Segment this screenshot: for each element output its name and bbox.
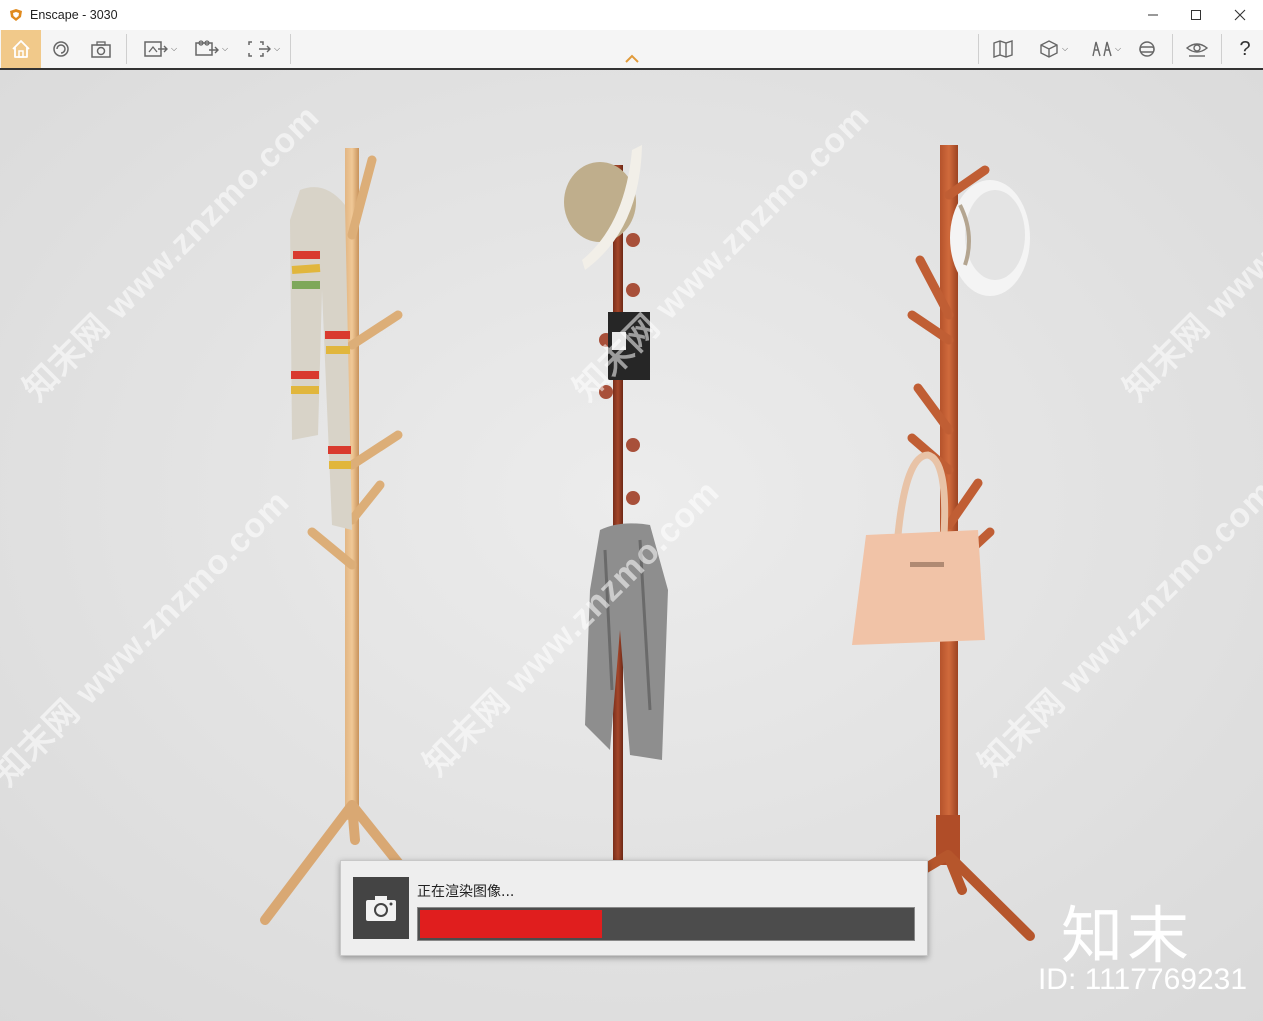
asset-library-button[interactable]: ⌵ bbox=[1030, 32, 1076, 66]
batch-export-icon bbox=[248, 41, 271, 57]
chevron-down-icon: ⌵ bbox=[1061, 44, 1069, 53]
minimize-button[interactable] bbox=[1130, 0, 1176, 30]
window-title: Enscape - 3030 bbox=[30, 8, 118, 22]
video-export-icon bbox=[195, 40, 219, 56]
visibility-icon bbox=[1185, 43, 1209, 57]
enscape-logo-icon bbox=[10, 9, 22, 21]
video-export-button[interactable]: ⌵ bbox=[188, 32, 234, 66]
render-status-text: 正在渲染图像... bbox=[417, 884, 515, 900]
close-button[interactable] bbox=[1217, 0, 1263, 30]
orbit-button[interactable] bbox=[48, 32, 74, 66]
minimize-icon bbox=[1148, 14, 1158, 16]
toolbar-separator bbox=[290, 34, 291, 64]
render-export-icon bbox=[144, 41, 168, 57]
chevron-down-icon: ⌵ bbox=[1114, 44, 1122, 53]
render-export-button[interactable]: ⌵ bbox=[137, 32, 183, 66]
enscape-toolbar: ⌵ ⌵ ⌵ ⌵ ⌵ ? bbox=[0, 30, 1263, 70]
chevron-down-icon: ⌵ bbox=[221, 44, 229, 53]
render-progress-fill bbox=[420, 910, 602, 938]
collapse-toolbar-chevron-up-icon[interactable] bbox=[624, 54, 640, 64]
visibility-button[interactable] bbox=[1182, 32, 1212, 66]
close-icon bbox=[1234, 9, 1246, 21]
maximize-button[interactable] bbox=[1173, 0, 1219, 30]
orbit-icon bbox=[53, 41, 69, 57]
toolbar-separator bbox=[1221, 34, 1222, 64]
render-viewport[interactable]: 知末网 www.znzmo.com 知末网 www.znzmo.com 知末网 … bbox=[0, 70, 1263, 1021]
render-progress-bar bbox=[417, 907, 915, 941]
screenshot-icon bbox=[91, 41, 111, 58]
toolbar-separator bbox=[1172, 34, 1173, 64]
map-button[interactable] bbox=[990, 32, 1016, 66]
screenshot-button[interactable] bbox=[88, 32, 114, 66]
vr-button[interactable] bbox=[1134, 32, 1160, 66]
title-bar: Enscape - 3030 bbox=[0, 0, 1263, 30]
vr-headset-icon bbox=[1139, 41, 1155, 57]
camera-icon-tile bbox=[353, 877, 409, 939]
views-icon bbox=[1092, 41, 1112, 57]
chevron-down-icon: ⌵ bbox=[273, 44, 281, 53]
brand-id-label: ID: 1117769231 bbox=[1037, 963, 1247, 996]
home-button[interactable] bbox=[1, 30, 41, 68]
batch-export-button[interactable]: ⌵ bbox=[240, 32, 286, 66]
asset-cube-icon bbox=[1040, 40, 1058, 58]
help-button[interactable]: ? bbox=[1232, 32, 1258, 66]
toolbar-separator bbox=[126, 34, 127, 64]
chevron-down-icon: ⌵ bbox=[170, 44, 178, 53]
home-icon bbox=[12, 40, 30, 58]
map-icon bbox=[993, 40, 1013, 58]
views-button[interactable]: ⌵ bbox=[1083, 32, 1129, 66]
toolbar-separator bbox=[978, 34, 979, 64]
brand-logo: 知末 bbox=[1060, 899, 1193, 972]
camera-icon bbox=[366, 896, 396, 921]
render-progress-dialog: 正在渲染图像... bbox=[340, 860, 928, 956]
maximize-icon bbox=[1191, 10, 1201, 20]
